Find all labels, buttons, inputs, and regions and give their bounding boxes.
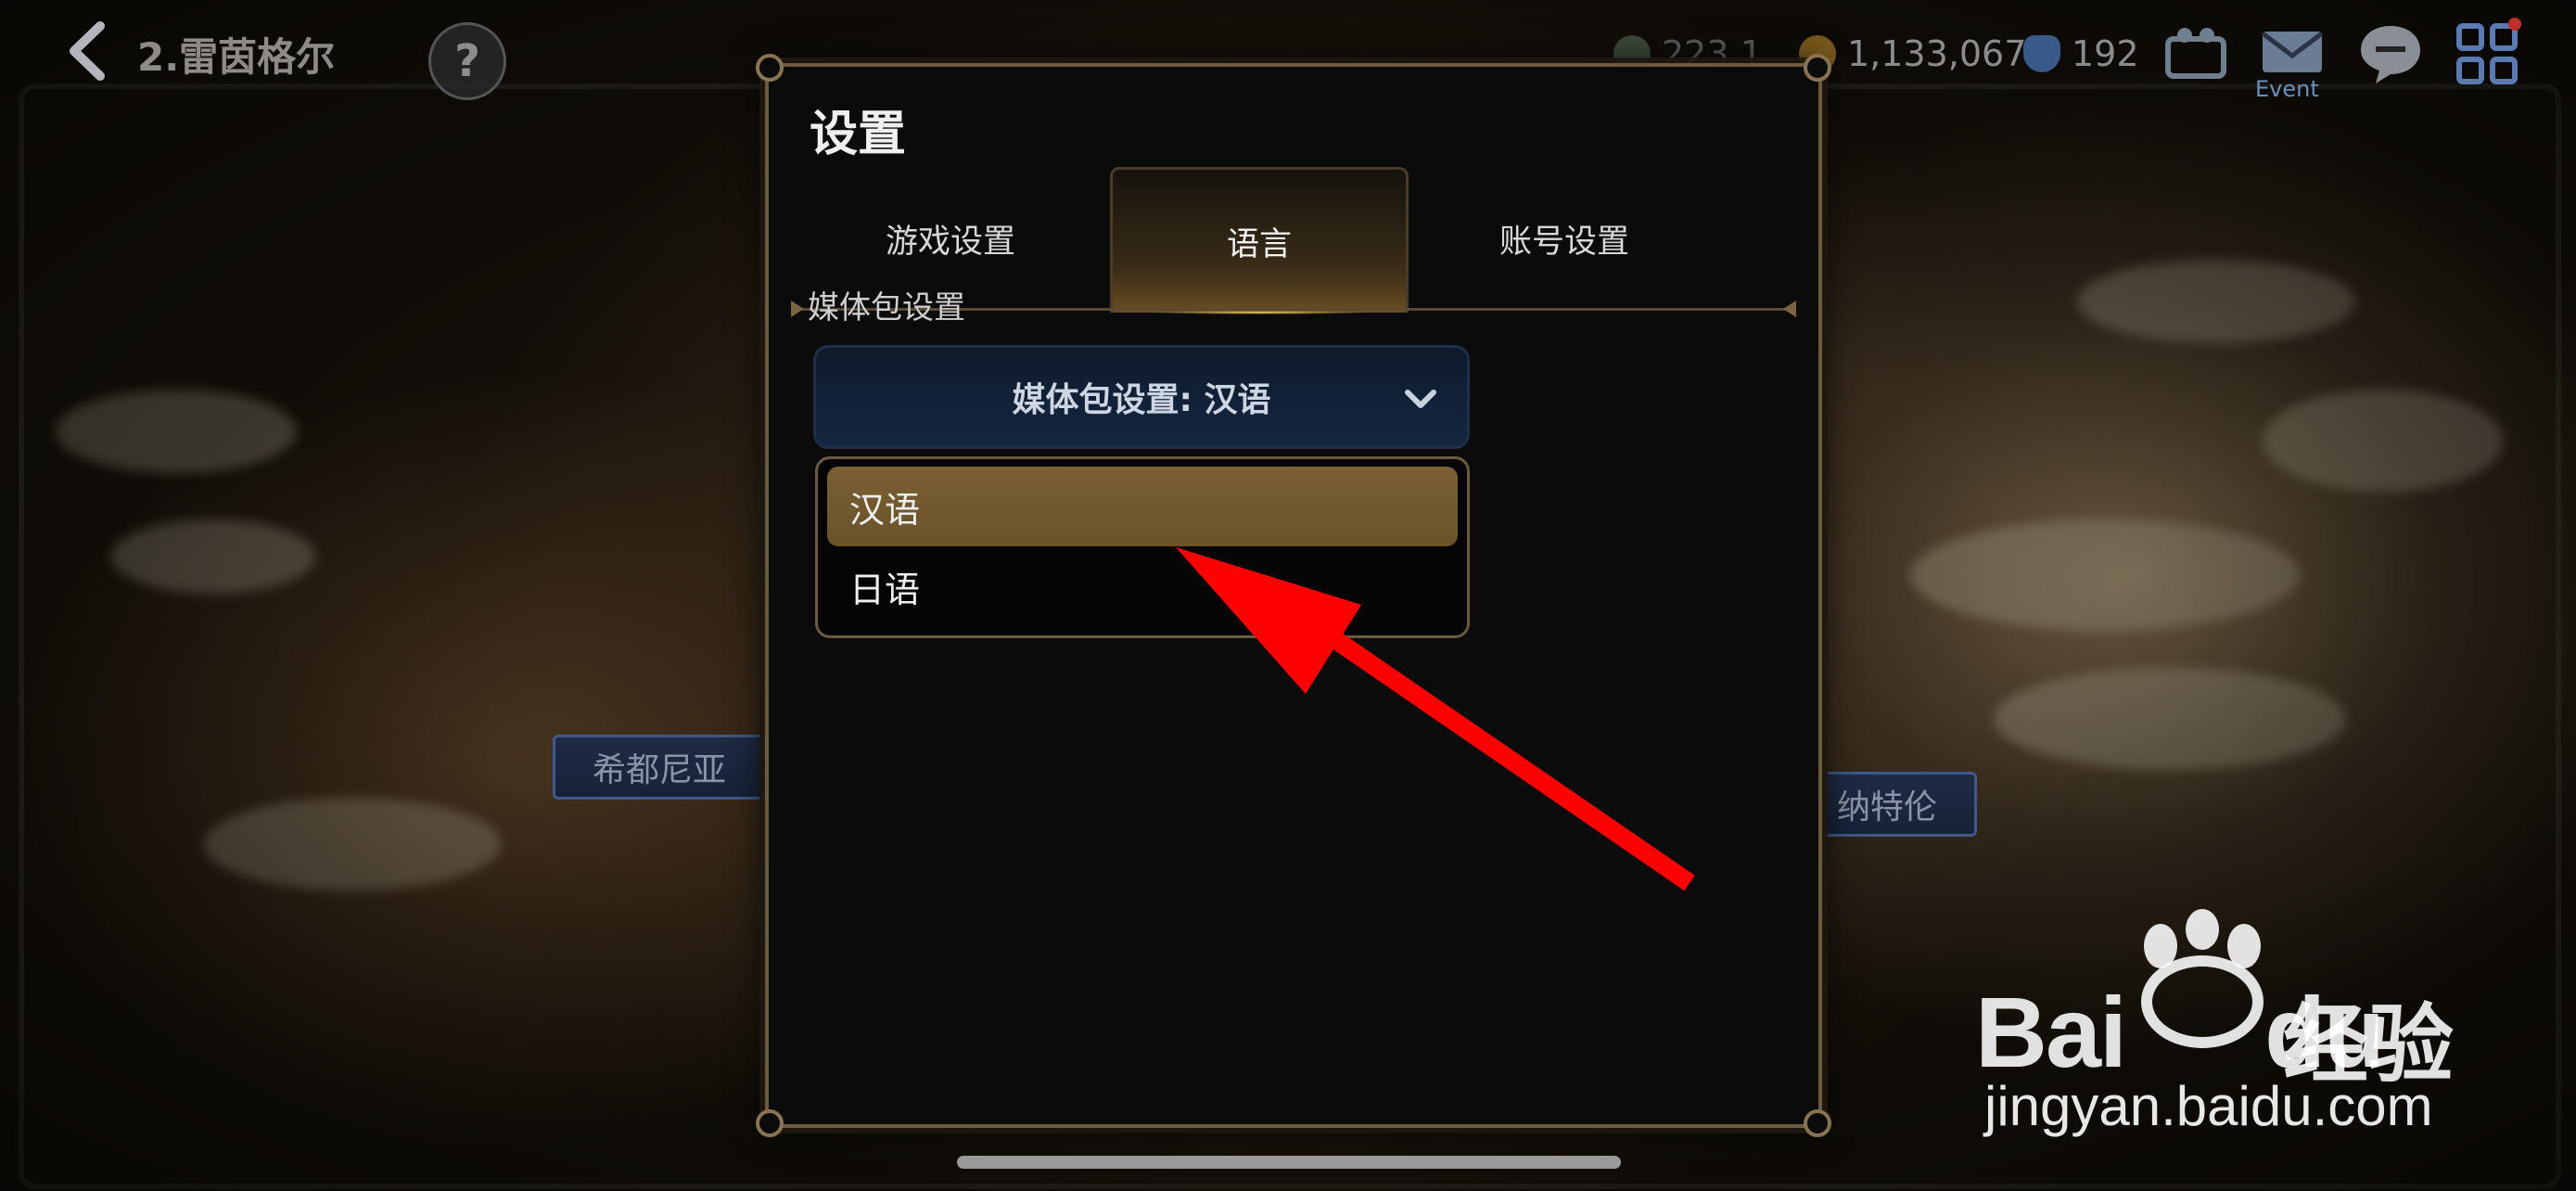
corner-ornament (756, 1109, 784, 1137)
chat-icon (2361, 26, 2420, 83)
home-indicator[interactable] (957, 1156, 1621, 1169)
guild-icon (2165, 28, 2226, 79)
grid-menu-icon (2456, 18, 2521, 84)
chat-button[interactable] (2353, 17, 2428, 91)
tab-language[interactable]: 语言 (1110, 167, 1409, 314)
media-pack-section-label: 媒体包设置 (808, 289, 965, 327)
chevron-left-icon (70, 21, 105, 81)
chevron-down-icon (1405, 390, 1436, 408)
tab-account-settings[interactable]: 账号设置 (1418, 167, 1711, 310)
media-pack-options: 汉语 日语 (815, 456, 1470, 638)
media-pack-dropdown[interactable]: 媒体包设置: 汉语 (813, 345, 1470, 449)
baidu-paw-icon (2141, 909, 2264, 1048)
help-button[interactable]: ? (428, 22, 506, 100)
option-chinese[interactable]: 汉语 (827, 467, 1458, 546)
watermark-url: jingyan.baidu.com (1984, 1075, 2433, 1137)
guild-button[interactable] (2159, 17, 2233, 91)
currency-crystal: 192 (2023, 33, 2139, 74)
stage-title: 2.雷茵格尔 (137, 34, 336, 80)
crystal-icon (2023, 35, 2060, 72)
map-region-label-left[interactable]: 希都尼亚 (553, 735, 767, 800)
option-japanese[interactable]: 日语 (827, 546, 1458, 626)
corner-ornament (1804, 1109, 1831, 1137)
currency-gold: 1,133,067 (1799, 33, 2026, 74)
event-tag: Event (2255, 76, 2319, 102)
dropdown-value: 媒体包设置: 汉语 (1012, 381, 1271, 419)
settings-dialog: 设置 游戏设置 语言 账号设置 媒体包设置 媒体包设置: 汉语 汉语 日语 (756, 54, 1831, 1137)
menu-button[interactable] (2450, 17, 2524, 91)
corner-ornament (756, 54, 784, 82)
back-button[interactable] (57, 19, 122, 83)
settings-title: 设置 (810, 107, 907, 162)
corner-ornament (1804, 54, 1831, 82)
map-region-label-right[interactable]: 纳特伦 (1797, 772, 1978, 837)
